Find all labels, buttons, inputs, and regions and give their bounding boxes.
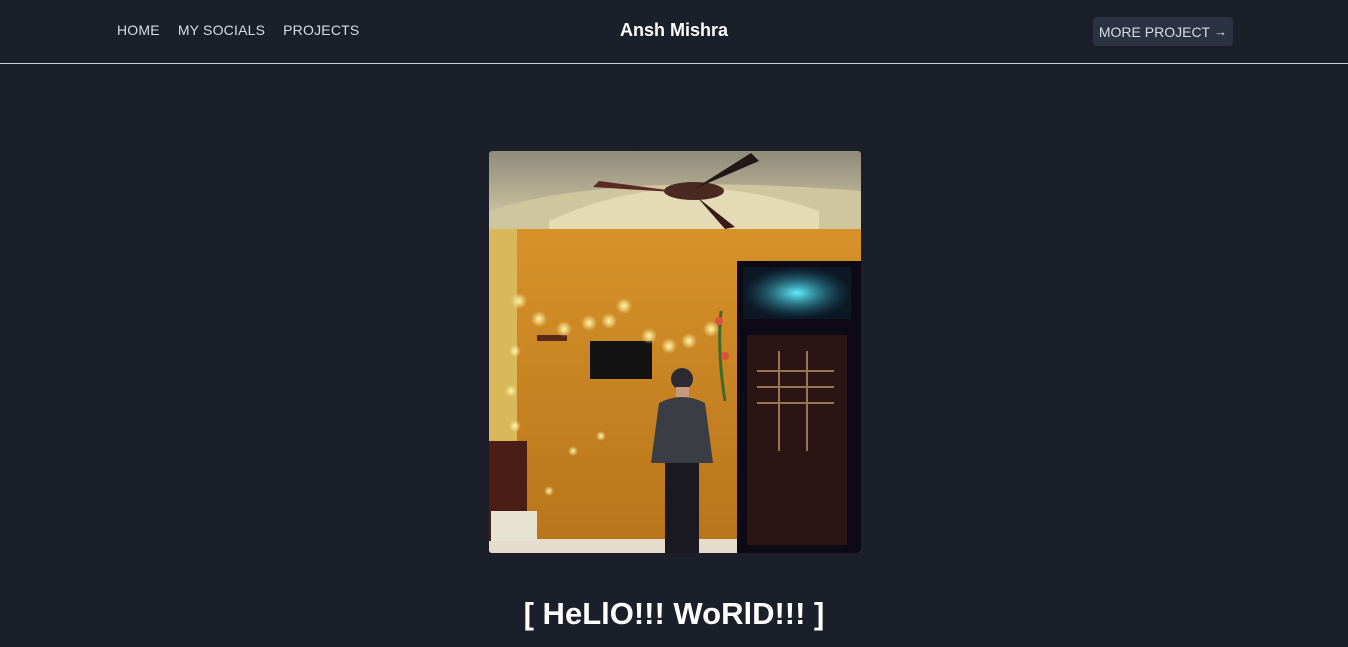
more-project-label: MORE PROJECT [1098, 23, 1211, 40]
nav-link-my-socials[interactable]: MY SOCIALS [178, 22, 265, 38]
more-project-button[interactable]: MORE PROJECT → [1093, 17, 1233, 46]
hero-headline: [ HeLlO!!! WoRlD!!! ] [523, 596, 825, 631]
navbar: HOME MY SOCIALS PROJECTS Ansh Mishra MOR… [0, 0, 1348, 64]
arrow-right-icon: → [1214, 24, 1228, 39]
hero-photo [489, 151, 861, 553]
nav-links: HOME MY SOCIALS PROJECTS [117, 22, 359, 38]
nav-link-home[interactable]: HOME [117, 22, 160, 38]
nav-link-projects[interactable]: PROJECTS [283, 22, 359, 38]
